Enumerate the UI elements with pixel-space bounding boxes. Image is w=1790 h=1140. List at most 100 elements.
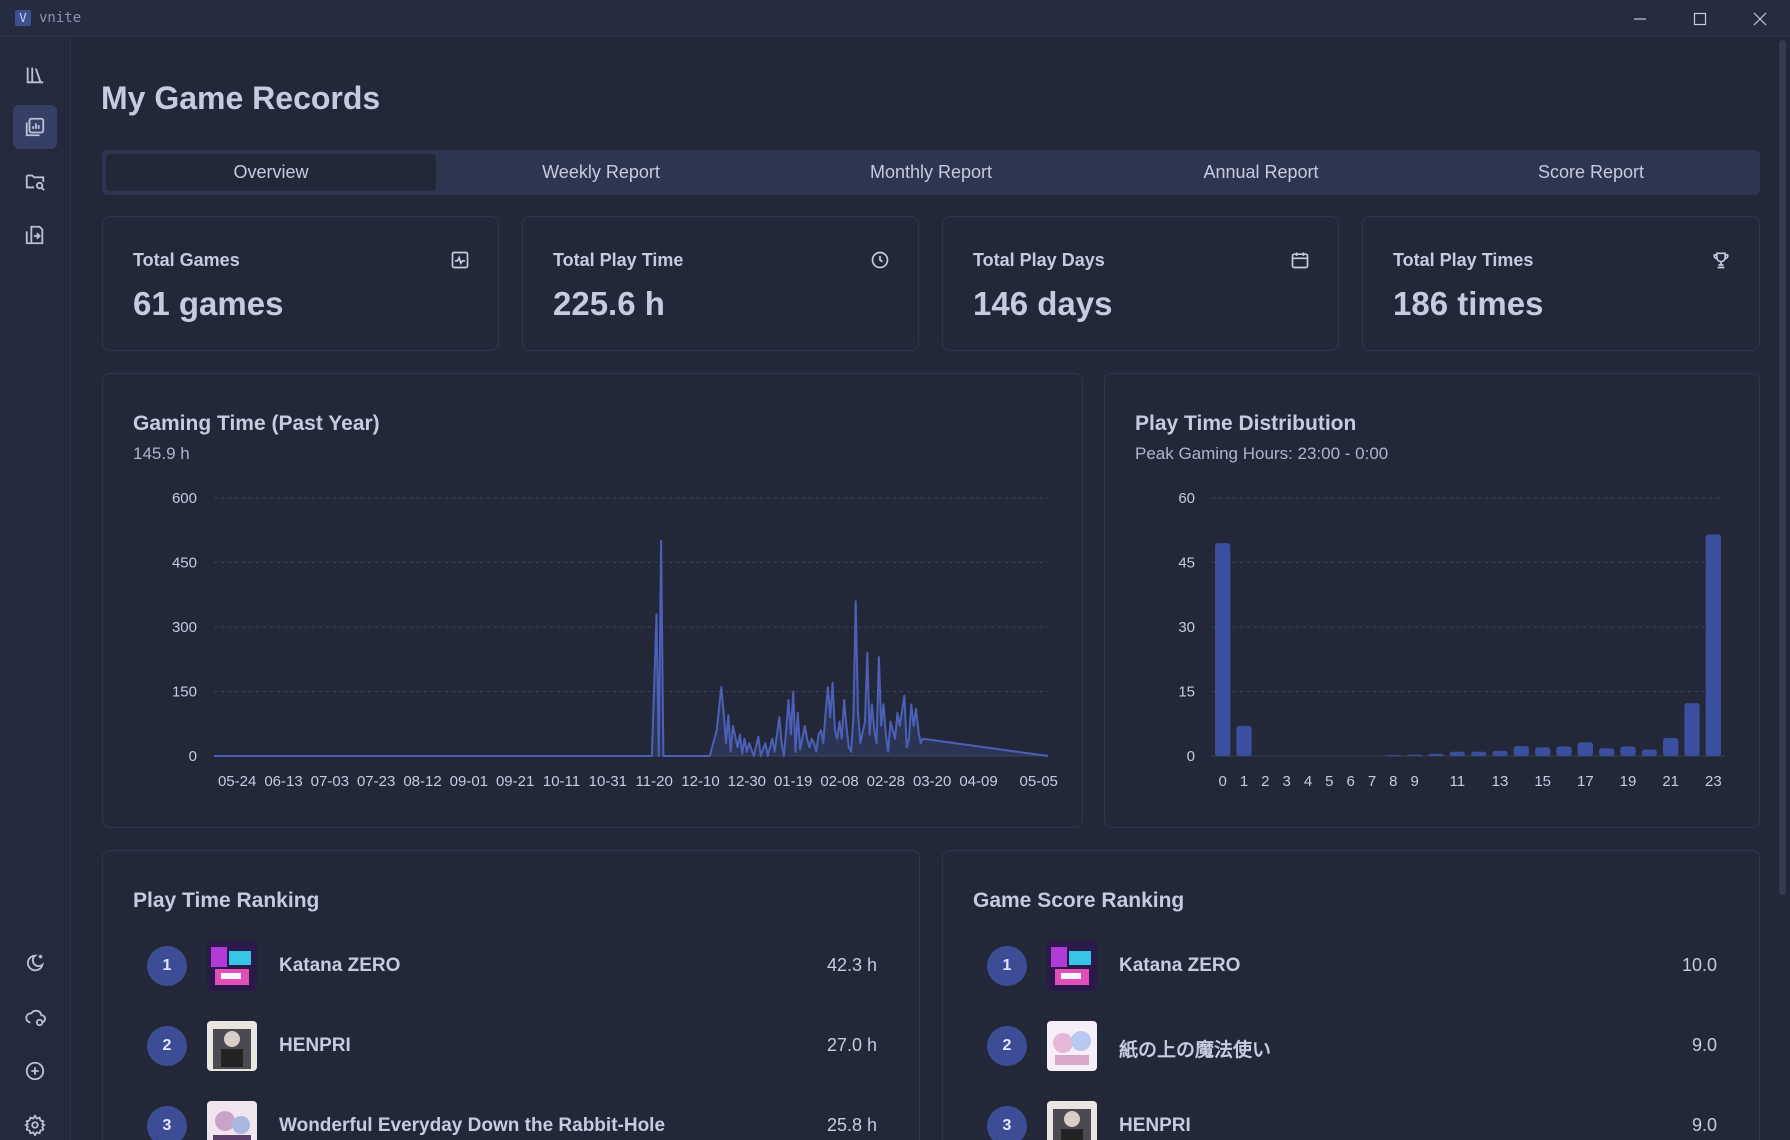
sidebar-records-button[interactable] bbox=[13, 105, 57, 149]
play-time-ranking-title: Play Time Ranking bbox=[133, 889, 320, 912]
ranking-row[interactable]: 2 紙の上の魔法使い 9.0 bbox=[987, 1019, 1717, 1073]
score-ranking-title: Game Score Ranking bbox=[973, 889, 1185, 912]
maximize-button[interactable] bbox=[1670, 0, 1730, 37]
score-value: 9.0 bbox=[1691, 1115, 1717, 1135]
bar bbox=[1684, 703, 1700, 756]
stat-card-total-play-times: Total Play Times 186 times bbox=[1362, 216, 1760, 351]
x-tick-label: 05-24 bbox=[218, 773, 256, 790]
x-tick-label: 23 bbox=[1705, 773, 1722, 790]
score-value: 10.0 bbox=[1681, 955, 1717, 975]
y-tick-label: 45 bbox=[1178, 555, 1195, 572]
score-ranking-card: Game Score Ranking 1 Katana ZERO 10.0 2 … bbox=[942, 850, 1760, 1140]
bar bbox=[1598, 748, 1615, 756]
x-tick-label: 04-09 bbox=[959, 773, 997, 790]
x-tick-label: 09-01 bbox=[450, 773, 488, 790]
x-tick-label: 05-05 bbox=[1020, 773, 1058, 790]
game-cover-image bbox=[1047, 1021, 1097, 1071]
game-name: Wonderful Everyday Down the Rabbit-Hole bbox=[279, 1115, 666, 1136]
report-tabs: Overview Weekly Report Monthly Report An… bbox=[102, 150, 1760, 195]
tab-score-report[interactable]: Score Report bbox=[1426, 154, 1756, 191]
library-icon bbox=[26, 67, 44, 84]
bar bbox=[1428, 753, 1444, 756]
tab-monthly-report[interactable]: Monthly Report bbox=[766, 154, 1096, 191]
app-title: vnite bbox=[39, 10, 82, 26]
gear-icon bbox=[24, 1114, 46, 1136]
game-name: HENPRI bbox=[279, 1035, 351, 1056]
ranking-row[interactable]: 1 Katana ZERO 42.3 h bbox=[147, 939, 877, 993]
stat-card-total-games: Total Games 61 games bbox=[102, 216, 499, 351]
score-value: 9.0 bbox=[1691, 1035, 1717, 1055]
sidebar-cloud-sync-button[interactable] bbox=[13, 995, 57, 1039]
sidebar-add-button[interactable] bbox=[13, 1049, 57, 1093]
y-tick-label: 600 bbox=[172, 490, 197, 507]
minimize-button[interactable] bbox=[1610, 0, 1670, 37]
play-time-value: 25.8 h bbox=[826, 1115, 877, 1135]
bar bbox=[1620, 746, 1636, 756]
stat-value: 61 games bbox=[133, 285, 284, 322]
distribution-card: Play Time Distribution Peak Gaming Hours… bbox=[1104, 373, 1760, 828]
bar bbox=[1214, 543, 1231, 756]
rank-badge: 3 bbox=[987, 1106, 1027, 1140]
stat-value: 225.6 h bbox=[553, 285, 665, 322]
area-fill bbox=[214, 541, 1048, 756]
stat-value: 186 times bbox=[1393, 285, 1544, 322]
sidebar-scan-button[interactable] bbox=[13, 159, 57, 203]
moon-star-icon bbox=[27, 954, 44, 972]
ranking-row[interactable]: 3 HENPRI 9.0 bbox=[987, 1099, 1717, 1140]
x-tick-label: 01-19 bbox=[774, 773, 812, 790]
x-tick-label: 6 bbox=[1346, 773, 1354, 790]
gaming-time-card: Gaming Time (Past Year) 145.9 h 0 150 300 4… bbox=[102, 373, 1083, 828]
series-line bbox=[214, 540, 1049, 757]
distribution-chart: 0153045600 1 2 3 4 5 6 7 8 9 11 13 15 17 19 21 23 bbox=[1178, 490, 1724, 790]
x-tick-label: 2 bbox=[1261, 773, 1269, 790]
sidebar-import-button[interactable] bbox=[13, 213, 57, 257]
folder-search-icon bbox=[25, 174, 45, 191]
y-tick-label: 300 bbox=[172, 619, 197, 636]
play-time-value: 27.0 h bbox=[826, 1035, 877, 1055]
ranking-row[interactable]: 3 Wonderful Everyday Down the Rabbit-Hol… bbox=[147, 1099, 877, 1140]
ranking-row[interactable]: 1 Katana ZERO 10.0 bbox=[987, 939, 1717, 993]
sidebar-settings-button[interactable] bbox=[13, 1103, 57, 1140]
file-import-icon bbox=[25, 225, 44, 245]
close-icon bbox=[1753, 12, 1767, 25]
x-tick-label: 02-28 bbox=[867, 773, 905, 790]
chart-icon bbox=[25, 117, 45, 137]
scrollbar[interactable] bbox=[1779, 40, 1786, 895]
bar bbox=[1705, 534, 1722, 756]
tab-weekly-report[interactable]: Weekly Report bbox=[436, 154, 766, 191]
bar bbox=[1513, 746, 1530, 756]
maximize-icon bbox=[1693, 12, 1707, 25]
sidebar bbox=[0, 37, 71, 1140]
y-tick-label: 15 bbox=[1178, 684, 1195, 701]
cloud-sync-icon bbox=[25, 1009, 46, 1027]
bar bbox=[1662, 737, 1679, 756]
bar bbox=[1556, 746, 1572, 756]
x-tick-label: 21 bbox=[1662, 773, 1679, 790]
sidebar-library-button[interactable] bbox=[13, 53, 57, 97]
x-tick-label: 08-12 bbox=[403, 773, 441, 790]
ranking-row[interactable]: 2 HENPRI 27.0 h bbox=[147, 1019, 877, 1073]
y-tick-label: 0 bbox=[189, 748, 197, 765]
y-tick-label: 450 bbox=[172, 555, 197, 572]
clock-icon bbox=[871, 251, 889, 269]
x-tick-label: 4 bbox=[1304, 773, 1312, 790]
tab-annual-report[interactable]: Annual Report bbox=[1096, 154, 1426, 191]
bar bbox=[1577, 742, 1594, 756]
minimize-icon bbox=[1634, 17, 1646, 20]
x-tick-label: 11 bbox=[1450, 773, 1466, 790]
bar bbox=[1449, 751, 1466, 756]
close-button[interactable] bbox=[1730, 0, 1790, 37]
stat-label: Total Games bbox=[133, 250, 240, 270]
x-tick-label: 13 bbox=[1492, 773, 1509, 790]
x-tick-label: 1 bbox=[1240, 773, 1248, 790]
sidebar-theme-button[interactable] bbox=[13, 941, 57, 985]
bar bbox=[1406, 754, 1423, 756]
rank-badge: 1 bbox=[987, 946, 1027, 986]
tab-overview[interactable]: Overview bbox=[106, 154, 436, 191]
x-tick-label: 5 bbox=[1325, 773, 1333, 790]
x-tick-label: 12-10 bbox=[681, 773, 719, 790]
play-time-ranking-card: Play Time Ranking 1 Katana ZERO 42.3 h 2… bbox=[102, 850, 920, 1140]
x-tick-label: 07-23 bbox=[357, 773, 395, 790]
rank-badge: 2 bbox=[147, 1026, 187, 1066]
y-tick-label: 60 bbox=[1178, 490, 1195, 507]
